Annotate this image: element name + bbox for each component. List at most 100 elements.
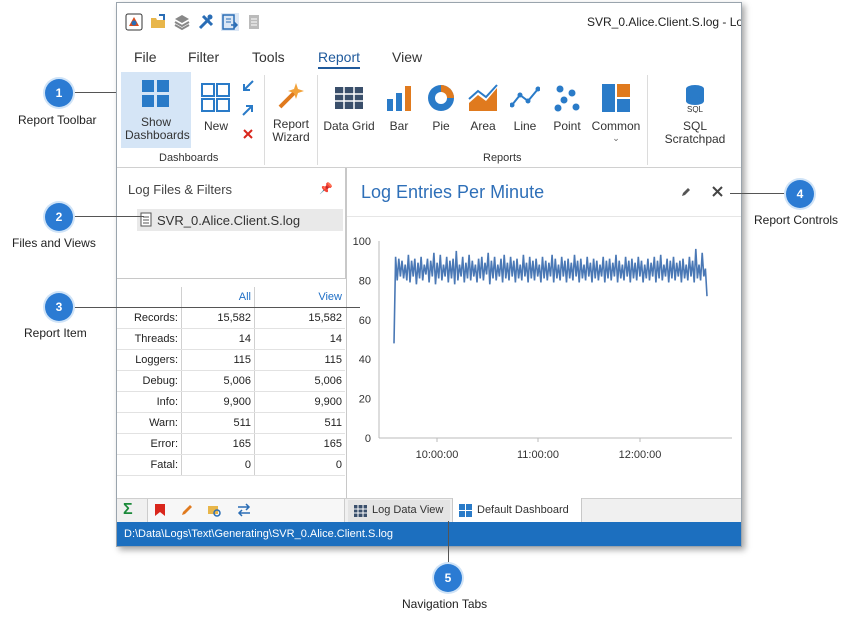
y-tick-label: 20 (359, 394, 371, 406)
area-chart-button[interactable]: Area (465, 73, 501, 133)
ribbon-separator (317, 75, 318, 165)
callout-badge: 5 (434, 564, 462, 592)
callout-label: Report Item (24, 326, 87, 340)
app-window: SVR_0.Alice.Client.S.log - LogV File Fil… (116, 2, 742, 547)
data-grid-label: Data Grid (323, 119, 375, 133)
report-ribbon: Show Dashboards New Dashboards Report Wi… (117, 69, 741, 168)
stats-label: Records: (117, 307, 182, 329)
x-tick-label: 10:00:00 (416, 449, 459, 461)
tab-log-data-view[interactable]: Log Data View (348, 500, 450, 522)
sql-scratchpad-button[interactable]: SQL SQL Scratchpad (653, 73, 737, 146)
stats-all: 115 (181, 349, 255, 371)
quick-access-toolbar: SVR_0.Alice.Client.S.log - LogV (117, 3, 741, 41)
pie-chart-icon (428, 85, 454, 111)
swap-icon[interactable] (236, 503, 252, 517)
grid-icon (354, 505, 367, 517)
expand-arrow-icon[interactable] (241, 103, 255, 117)
line-chart-icon (509, 86, 541, 108)
area-label: Area (470, 119, 496, 133)
menu-file[interactable]: File (134, 49, 157, 65)
stats-view: 9,900 (254, 391, 345, 413)
report-wizard-label: Report Wizard (272, 117, 310, 144)
menu-report[interactable]: Report (318, 49, 361, 69)
show-dashboards-button[interactable]: Show Dashboards (121, 72, 191, 148)
callout-line (72, 92, 116, 93)
stats-label: Fatal: (117, 454, 182, 476)
pie-chart-button[interactable]: Pie (423, 73, 459, 133)
stats-view: 0 (254, 454, 345, 476)
tools-icon[interactable] (197, 13, 215, 31)
line-label: Line (513, 119, 537, 133)
stats-all: 165 (181, 433, 255, 455)
document-icon[interactable] (245, 13, 263, 31)
point-chart-button[interactable]: Point (549, 73, 585, 133)
stats-view: 511 (254, 412, 345, 434)
stats-view: 115 (254, 349, 345, 371)
y-tick-label: 40 (359, 354, 371, 366)
common-label: Common (591, 119, 641, 133)
stats-label: Info: (117, 391, 182, 413)
layers-icon[interactable] (173, 13, 191, 31)
menu-view[interactable]: View (392, 49, 422, 65)
sql-scratchpad-label: SQL Scratchpad (664, 119, 726, 146)
search-folder-icon[interactable] (207, 503, 221, 517)
series-line (393, 248, 708, 344)
callout-line (72, 216, 144, 217)
sigma-icon[interactable]: Σ (123, 501, 133, 519)
dashboard-icon (142, 80, 169, 107)
line-chart-button[interactable]: Line (507, 73, 543, 133)
wand-icon (278, 83, 304, 109)
report-item: Log Entries Per Minute 0 20 40 60 80 100 10:00… (346, 168, 741, 498)
stats-label: Debug: (117, 370, 182, 392)
chevron-down-icon: ⌄ (612, 133, 620, 143)
files-pane-title: Log Files & Filters (128, 182, 233, 197)
stats-view: 15,582 (254, 307, 345, 329)
file-icon (140, 212, 152, 227)
highlight-pencil-icon[interactable] (180, 503, 194, 517)
stats-view: 14 (254, 328, 345, 350)
left-tab-strip (147, 499, 345, 522)
report-wizard-button[interactable]: Report Wizard (269, 73, 313, 144)
common-charts-icon (602, 84, 630, 112)
show-dashboards-label: Show Dashboards (125, 115, 190, 142)
y-tick-label: 80 (359, 275, 371, 287)
area-chart-icon (468, 84, 498, 111)
app-logo-icon (125, 13, 143, 31)
callout-line (72, 307, 360, 308)
file-list-item[interactable]: SVR_0.Alice.Client.S.log (137, 209, 343, 231)
navigation-tabs: Σ Log Data View Default Dashboard (117, 498, 741, 524)
close-icon[interactable] (711, 185, 724, 198)
tab-label: Log Data View (372, 504, 444, 516)
report-view-icon[interactable] (221, 13, 239, 31)
grid-icon (335, 87, 363, 109)
bar-chart-button[interactable]: Bar (381, 73, 417, 133)
data-grid-button[interactable]: Data Grid (323, 73, 375, 133)
stats-all: 511 (181, 412, 255, 434)
tab-default-dashboard[interactable]: Default Dashboard (452, 498, 582, 524)
pie-label: Pie (432, 119, 450, 133)
callout-badge: 3 (45, 293, 73, 321)
common-charts-button[interactable]: Common ⌄ (591, 73, 641, 144)
dashboard-icon (459, 504, 472, 517)
y-tick-label: 60 (359, 315, 371, 327)
stats-view: 165 (254, 433, 345, 455)
bookmark-icon[interactable] (154, 503, 166, 517)
menu-filter[interactable]: Filter (188, 49, 219, 65)
window-title: SVR_0.Alice.Client.S.log - LogV (587, 15, 742, 29)
stats-all: 5,006 (181, 370, 255, 392)
file-name: SVR_0.Alice.Client.S.log (157, 213, 301, 228)
stats-all: 14 (181, 328, 255, 350)
bar-label: Bar (389, 119, 409, 133)
stats-all: 0 (181, 454, 255, 476)
shrink-arrow-icon[interactable] (241, 79, 255, 93)
edit-pencil-icon[interactable] (680, 186, 692, 198)
pin-icon[interactable]: 📌 (319, 182, 333, 195)
stats-label: Threads: (117, 328, 182, 350)
open-folder-icon[interactable] (149, 13, 167, 31)
point-label: Point (553, 119, 581, 133)
new-dashboard-button[interactable]: New (195, 73, 237, 133)
menu-tools[interactable]: Tools (252, 49, 285, 65)
stats-all: 9,900 (181, 391, 255, 413)
delete-icon[interactable] (241, 127, 255, 141)
files-pane: Log Files & Filters 📌 SVR_0.Alice.Client… (117, 168, 346, 279)
